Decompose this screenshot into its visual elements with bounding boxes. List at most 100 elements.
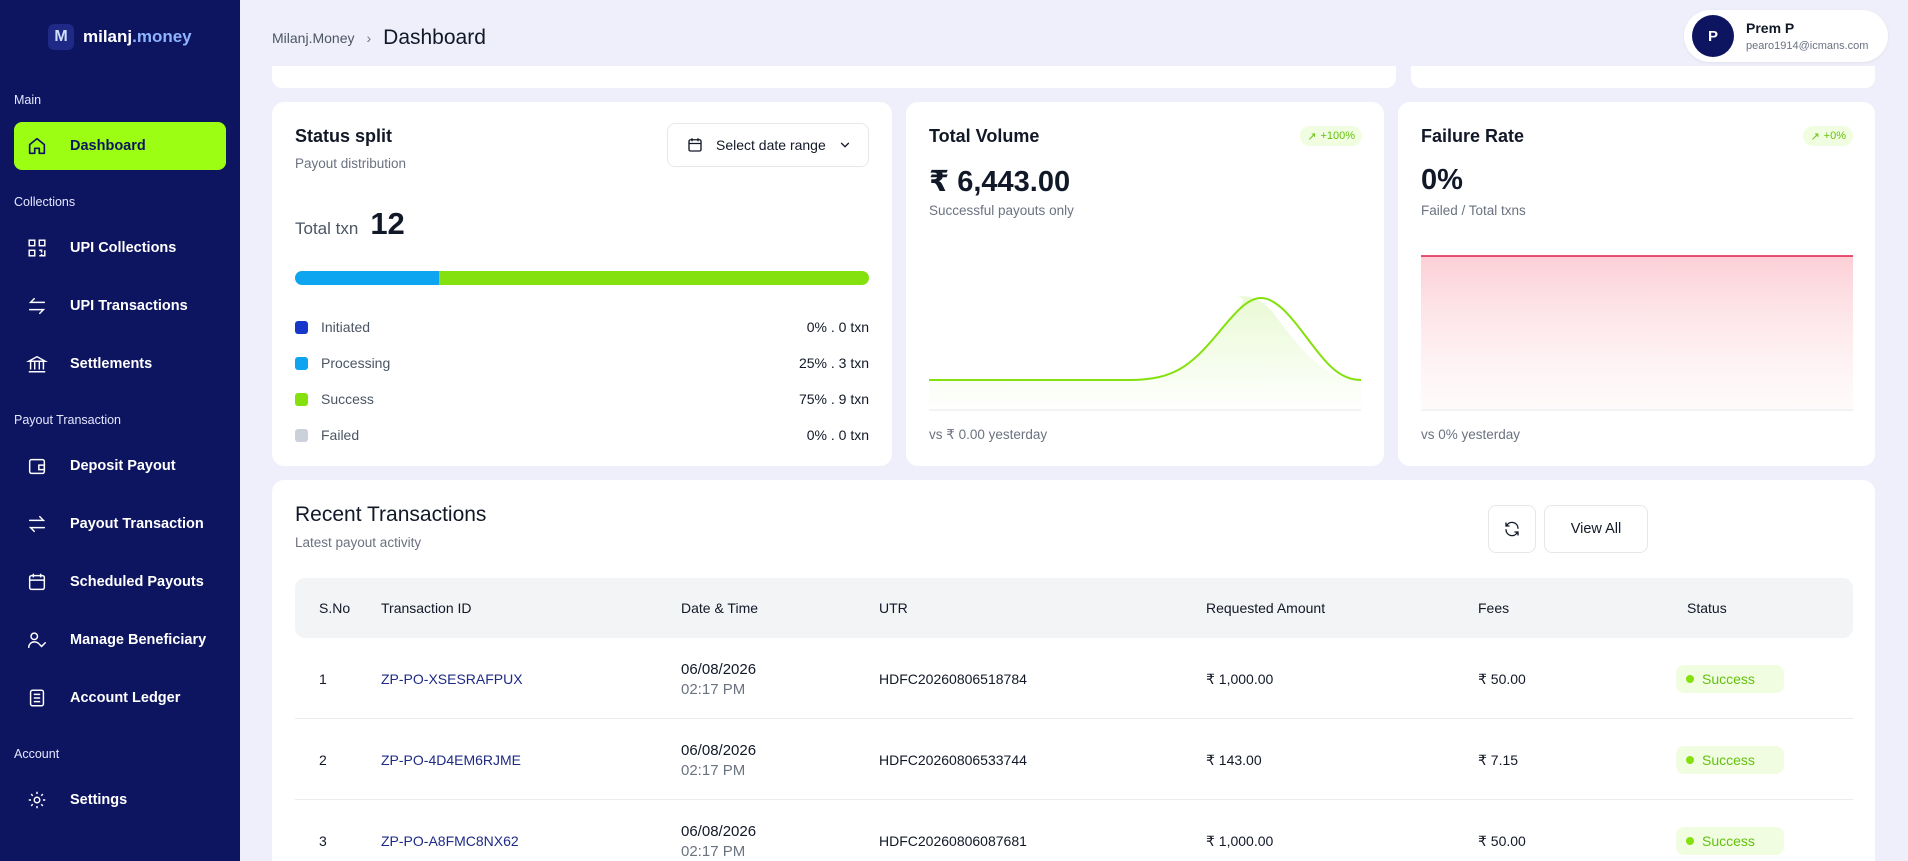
- trend-up-icon: ↗: [1810, 130, 1820, 143]
- status-dot-icon: [1686, 756, 1694, 764]
- refresh-icon: [1505, 521, 1519, 537]
- cell-requested-amount: ₹ 1,000.00: [1206, 671, 1274, 687]
- status-split-card: Status split Payout distribution Select …: [272, 102, 892, 466]
- legend-swatch: [295, 392, 308, 406]
- total-volume-title: Total Volume: [929, 126, 1040, 146]
- cell-date: 06/08/2026: [681, 742, 757, 759]
- wallet-icon: [28, 458, 46, 475]
- cell-fees: ₹ 7.15: [1478, 752, 1519, 768]
- sidebar-item-label: Settlements: [70, 356, 153, 372]
- sidebar-item-upi-collections[interactable]: UPI Collections: [14, 224, 226, 272]
- table-header: S.No Transaction ID Date & Time UTR Requ…: [295, 578, 1853, 638]
- column-header-utr: UTR: [879, 600, 908, 616]
- legend-row-success: Success 75% . 9 txn: [295, 391, 869, 407]
- recent-transactions-subtitle: Latest payout activity: [295, 535, 422, 550]
- sidebar-item-label: UPI Collections: [70, 240, 177, 256]
- gear-icon: [28, 791, 46, 809]
- date-range-button[interactable]: Select date range: [667, 123, 869, 167]
- sidebar-item-scheduled-payouts[interactable]: Scheduled Payouts: [14, 558, 226, 606]
- page-title: Dashboard: [383, 26, 486, 49]
- user-menu[interactable]: P Prem P pearo1914@icmans.com: [1684, 10, 1888, 62]
- table-row[interactable]: 1 ZP-PO-XSESRAFPUX 06/08/2026 02:17 PM H…: [295, 638, 1853, 719]
- column-header-status: Status: [1687, 600, 1727, 616]
- status-split-subtitle: Payout distribution: [295, 156, 407, 171]
- recent-transactions-title: Recent Transactions: [295, 503, 487, 526]
- sidebar-item-settlements[interactable]: Settlements: [14, 340, 226, 388]
- breadcrumb-root[interactable]: Milanj.Money: [272, 30, 354, 46]
- cell-transaction-id[interactable]: ZP-PO-XSESRAFPUX: [381, 671, 523, 687]
- section-label-account: Account: [14, 747, 60, 761]
- legend-name: Initiated: [321, 319, 371, 335]
- total-volume-badge-text: +100%: [1320, 130, 1355, 142]
- chevron-down-icon: [840, 142, 849, 148]
- column-header-fees: Fees: [1478, 600, 1510, 616]
- total-txn-value: 12: [370, 206, 405, 241]
- section-label-payout: Payout Transaction: [14, 413, 122, 427]
- cell-requested-amount: ₹ 143.00: [1206, 752, 1262, 768]
- sidebar-item-deposit-payout[interactable]: Deposit Payout: [14, 442, 226, 490]
- sidebar-item-label: Manage Beneficiary: [70, 632, 207, 648]
- column-header-date-time: Date & Time: [681, 600, 759, 616]
- legend-row-failed: Failed 0% . 0 txn: [295, 427, 869, 443]
- sidebar-item-label: Payout Transaction: [70, 516, 204, 532]
- refresh-button[interactable]: [1488, 505, 1536, 553]
- status-badge: Success: [1676, 746, 1784, 774]
- swap-icon: [28, 297, 46, 315]
- brand-logo[interactable]: M milanj.money: [48, 24, 192, 50]
- sidebar-item-manage-beneficiary[interactable]: Manage Beneficiary: [14, 616, 226, 664]
- table-row[interactable]: 3 ZP-PO-A8FMC8NX62 06/08/2026 02:17 PM H…: [295, 800, 1853, 861]
- failure-rate-chart: [1421, 255, 1853, 411]
- legend-swatch: [295, 428, 308, 442]
- user-check-icon: [28, 632, 46, 649]
- scrolled-card-edge: [272, 66, 1396, 88]
- cell-transaction-id[interactable]: ZP-PO-A8FMC8NX62: [381, 833, 519, 849]
- failure-rate-badge: ↗ +0%: [1803, 126, 1853, 146]
- cell-transaction-id[interactable]: ZP-PO-4D4EM6RJME: [381, 752, 521, 768]
- breadcrumb-separator: ›: [366, 30, 372, 46]
- split-bar-segment-success: [438, 271, 869, 285]
- failure-rate-title: Failure Rate: [1421, 126, 1525, 146]
- column-header-transaction-id: Transaction ID: [381, 600, 472, 616]
- sidebar-item-label: UPI Transactions: [70, 298, 188, 314]
- bank-icon: [26, 355, 48, 373]
- legend-stat: 25% . 3 txn: [798, 355, 869, 371]
- legend-stat: 75% . 9 txn: [798, 391, 869, 407]
- total-volume-sparkline: [929, 296, 1361, 412]
- user-email: pearo1914@icmans.com: [1746, 40, 1869, 52]
- legend-name: Processing: [321, 355, 391, 371]
- sidebar-item-account-ledger[interactable]: Account Ledger: [14, 674, 226, 722]
- section-label-collections: Collections: [14, 195, 76, 209]
- qr-icon: [28, 239, 46, 257]
- table-row[interactable]: 2 ZP-PO-4D4EM6RJME 06/08/2026 02:17 PM H…: [295, 719, 1853, 800]
- status-dot-icon: [1686, 675, 1694, 683]
- cell-time: 02:17 PM: [681, 843, 746, 860]
- recent-transactions-card: Recent Transactions Latest payout activi…: [272, 480, 1875, 861]
- cell-fees: ₹ 50.00: [1478, 671, 1526, 687]
- cell-date-time: 06/08/2026 02:17 PM: [681, 742, 756, 779]
- sidebar-item-upi-transactions[interactable]: UPI Transactions: [14, 282, 226, 330]
- status-text: Success: [1702, 671, 1755, 687]
- total-txn-label: Total txn: [295, 219, 359, 238]
- sidebar-item-settings[interactable]: Settings: [14, 776, 226, 824]
- avatar: P: [1692, 15, 1734, 57]
- failure-rate-area: [1421, 256, 1853, 410]
- legend-swatch: [295, 356, 308, 370]
- view-all-button[interactable]: View All: [1544, 505, 1648, 553]
- cell-date-time: 06/08/2026 02:17 PM: [681, 661, 756, 698]
- logo-mark-icon: M: [48, 24, 74, 50]
- total-volume-card: Total Volume ↗ +100% ₹ 6,443.00 Successf…: [906, 102, 1384, 466]
- ledger-icon: [29, 689, 45, 707]
- status-badge: Success: [1676, 665, 1784, 693]
- failure-rate-value: 0%: [1421, 164, 1463, 196]
- column-header-sno: S.No: [319, 600, 351, 616]
- sidebar-item-payout-transaction[interactable]: Payout Transaction: [14, 500, 226, 548]
- trend-up-icon: ↗: [1307, 130, 1317, 143]
- cell-utr: HDFC20260806518784: [879, 671, 1027, 687]
- sidebar-item-label: Settings: [70, 792, 128, 808]
- legend-row-processing: Processing 25% . 3 txn: [295, 355, 869, 371]
- sidebar-item-dashboard[interactable]: Dashboard: [14, 122, 226, 170]
- cell-date: 06/08/2026: [681, 823, 757, 840]
- sidebar-item-label: Account Ledger: [70, 690, 181, 706]
- status-text: Success: [1702, 752, 1755, 768]
- cell-utr: HDFC20260806087681: [879, 833, 1027, 849]
